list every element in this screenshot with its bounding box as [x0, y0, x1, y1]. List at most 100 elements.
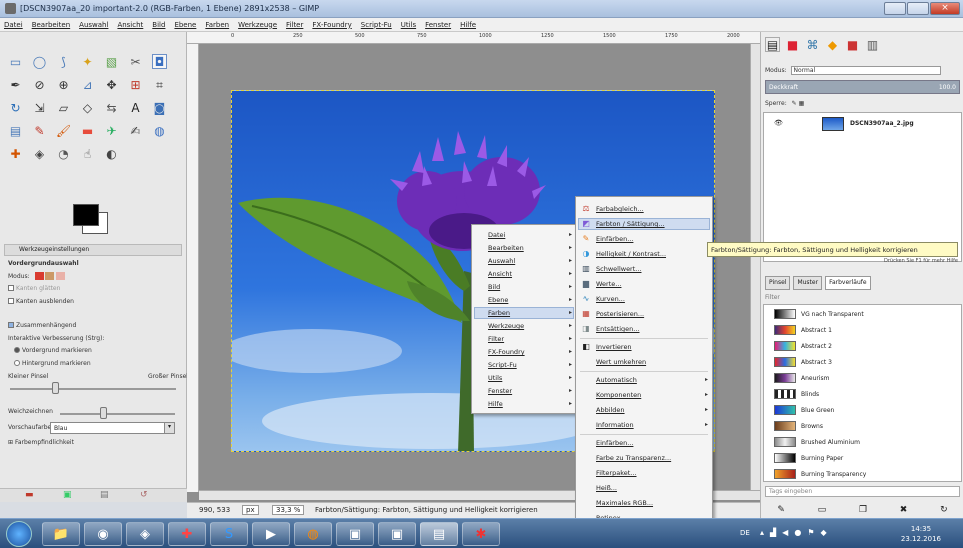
crop-tool-icon[interactable]: ⌗ [152, 77, 167, 92]
app-taskbar-icon-1[interactable]: ✚ [168, 522, 206, 546]
text-tool-icon[interactable]: A [128, 100, 143, 115]
image-menu-item-filter[interactable]: Filter [488, 335, 504, 343]
gradient-name[interactable]: VG nach Transparent [801, 311, 864, 318]
gradient-name[interactable]: Abstract 2 [801, 343, 832, 350]
gimp-window-taskbar-icon[interactable]: ▤ [420, 522, 458, 546]
image-menu-item-hilfe[interactable]: Hilfe [488, 400, 503, 408]
close-button[interactable]: × [930, 2, 960, 15]
tag-input[interactable]: Tags eingeben [765, 486, 960, 497]
colors-menu-item-3[interactable]: Helligkeit / Kontrast... [596, 250, 666, 258]
bucket-fill-tool-icon[interactable]: ◙ [152, 100, 167, 115]
maximize-button[interactable] [907, 2, 929, 15]
duplicate-gradient-icon[interactable]: ❐ [859, 505, 867, 515]
menu-filter[interactable]: Filter [286, 21, 303, 29]
color-picker-tool-icon[interactable]: ⊘ [32, 77, 47, 92]
layer-mode-select[interactable]: Normal [790, 66, 941, 75]
gradient-swatch[interactable] [774, 389, 796, 399]
image-menu-item-farben[interactable]: Farben [488, 309, 510, 317]
image-menu-item-fx-foundry[interactable]: FX-Foundry [488, 348, 525, 356]
menu-hilfe[interactable]: Hilfe [460, 21, 476, 29]
undo-tab-icon[interactable]: ◆ [825, 37, 840, 52]
colors-menu-item-6[interactable]: Kurven... [596, 295, 625, 303]
tray-volume-icon[interactable]: ◀ [782, 528, 788, 537]
vertical-ruler[interactable] [187, 44, 199, 492]
tray-network-icon[interactable]: ▟ [770, 528, 776, 537]
gradient-name[interactable]: Aneurism [801, 375, 830, 382]
menu-bild[interactable]: Bild [152, 21, 165, 29]
edit-gradient-icon[interactable]: ✎ [777, 505, 785, 515]
gradient-swatch[interactable] [774, 405, 796, 415]
gradient-name[interactable]: Brushed Aluminium [801, 439, 860, 446]
perspective-clone-tool-icon[interactable]: ◈ [32, 146, 47, 161]
colors-menu-item-9[interactable]: Invertieren [596, 343, 632, 351]
colors-menu-item-14[interactable]: Information [596, 421, 634, 429]
start-button[interactable] [6, 521, 32, 547]
layer-row[interactable]: 👁 DSCN3907aa_2.jpg [764, 115, 961, 133]
colors-menu-item-0[interactable]: Farbabgleich... [596, 205, 644, 213]
menu-fenster[interactable]: Fenster [425, 21, 451, 29]
tray-app-icon-2[interactable]: ◆ [820, 528, 826, 537]
align-tool-icon[interactable]: ⊞ [128, 77, 143, 92]
refresh-gradients-icon[interactable]: ↻ [940, 505, 948, 515]
free-select-tool-icon[interactable]: ⟆ [56, 54, 71, 69]
lock-alpha-icon[interactable]: ▦ [799, 100, 805, 107]
color-sensitivity-option[interactable]: ⊞ Farbempfindlichkeit [8, 439, 74, 446]
brush-size-slider-handle[interactable] [52, 382, 59, 394]
gradient-swatch[interactable] [774, 469, 796, 479]
ink-tool-icon[interactable]: ✍ [128, 123, 143, 138]
gradient-swatch[interactable] [774, 421, 796, 431]
menu-werkzeuge[interactable]: Werkzeuge [238, 21, 277, 29]
media-taskbar-icon[interactable]: ◉ [84, 522, 122, 546]
menu-ebene[interactable]: Ebene [174, 21, 196, 29]
paths-tool-icon[interactable]: ✒ [8, 77, 23, 92]
language-indicator[interactable]: DE [740, 529, 750, 537]
antialias-option[interactable]: Kanten glätten [8, 285, 60, 292]
lock-pixels-icon[interactable]: ✎ [792, 100, 797, 107]
colors-menu-item-19[interactable]: Maximales RGB... [596, 499, 653, 507]
clone-tool-icon[interactable]: ◍ [152, 123, 167, 138]
brushes-tab-icon[interactable]: ■ [845, 37, 860, 52]
scale-tool-icon[interactable]: ⇲ [32, 100, 47, 115]
brush-size-slider-track[interactable] [10, 388, 176, 390]
tab-farbverlaeufe[interactable]: Farbverläufe [825, 276, 871, 290]
colors-menu-item-15[interactable]: Einfärben... [596, 439, 633, 447]
colors-menu-item-18[interactable]: Heiß... [596, 484, 617, 492]
colors-menu-item-16[interactable]: Farbe zu Transparenz... [596, 454, 671, 462]
airbrush-tool-icon[interactable]: ✈ [104, 123, 119, 138]
menu-datei[interactable]: Datei [4, 21, 23, 29]
tray-app-icon[interactable]: ● [794, 528, 801, 537]
smoothing-slider-handle[interactable] [100, 407, 107, 419]
gradient-name[interactable]: Abstract 1 [801, 327, 832, 334]
gradient-swatch[interactable] [774, 341, 796, 351]
gimp-taskbar-icon[interactable]: ◈ [126, 522, 164, 546]
horizontal-ruler[interactable]: 0 250 500 750 1000 1250 1500 1750 2000 [187, 32, 760, 44]
tray-flag-icon[interactable]: ⚑ [807, 528, 814, 537]
mark-background-radio[interactable]: Hintergrund markieren [14, 360, 91, 367]
colors-menu-item-11[interactable]: Automatisch [596, 376, 637, 384]
firefox-taskbar-icon[interactable]: ◍ [294, 522, 332, 546]
scissors-tool-icon[interactable]: ✂ [128, 54, 143, 69]
zoom-tool-icon[interactable]: ⊕ [56, 77, 71, 92]
gradient-swatch[interactable] [774, 357, 796, 367]
image-menu-item-werkzeuge[interactable]: Werkzeuge [488, 322, 524, 330]
menu-script-fu[interactable]: Script-Fu [361, 21, 392, 29]
smoothing-slider-track[interactable] [60, 413, 175, 415]
image-menu-item-utils[interactable]: Utils [488, 374, 502, 382]
gradient-name[interactable]: Blue Green [801, 407, 834, 414]
feather-option[interactable]: Kanten ausblenden [8, 298, 74, 305]
pencil-tool-icon[interactable]: ✎ [32, 123, 47, 138]
colors-menu-item-17[interactable]: Filterpaket... [596, 469, 637, 477]
gradient-swatch[interactable] [774, 373, 796, 383]
move-tool-icon[interactable]: ✥ [104, 77, 119, 92]
gradient-swatch[interactable] [774, 325, 796, 335]
app-taskbar-icon-2[interactable]: ▣ [336, 522, 374, 546]
menu-farben[interactable]: Farben [205, 21, 229, 29]
colors-menu-item-7[interactable]: Posterisieren... [596, 310, 644, 318]
ellipse-select-tool-icon[interactable]: ◯ [32, 54, 47, 69]
paths-tab-icon[interactable]: ⌘ [805, 37, 820, 52]
color-select-tool-icon[interactable]: ▧ [104, 54, 119, 69]
mode-add-icon[interactable] [45, 272, 55, 280]
menu-fx-foundry[interactable]: FX-Foundry [312, 21, 351, 29]
vertical-scrollbar[interactable] [750, 44, 760, 490]
gradient-swatch[interactable] [774, 309, 796, 319]
